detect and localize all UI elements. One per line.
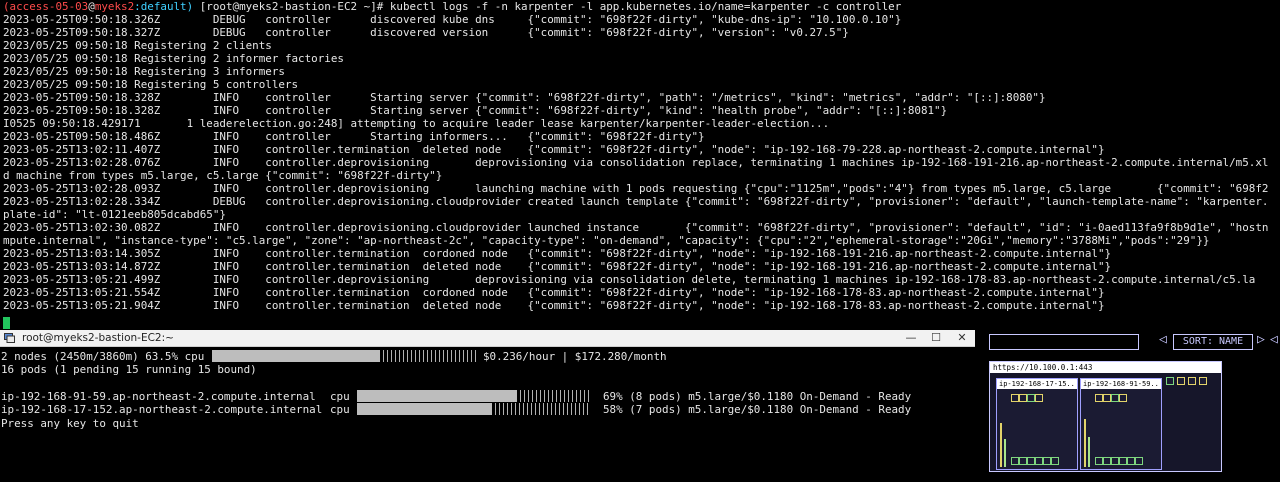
log-line: 2023/05/25 09:50:18 Registering 5 contro… xyxy=(3,78,299,91)
node-1-mem-gauge xyxy=(1004,439,1006,467)
log-line: 2023-05-25T13:03:14.305Z INFO controller… xyxy=(3,247,1112,260)
log-line: 2023-05-25T13:02:30.082Z INFO controller… xyxy=(3,221,1269,234)
log-line: 2023/05/25 09:50:18 Registering 2 inform… xyxy=(3,52,344,65)
node-row-1-label: cpu xyxy=(330,390,350,403)
pod[interactable] xyxy=(1135,457,1143,465)
pod[interactable] xyxy=(1119,394,1127,402)
window-title: root@myeks2-bastion-EC2:~ xyxy=(22,332,174,344)
node-row-1-detail: 69% (8 pods) m5.large/$0.1180 On-Demand … xyxy=(603,390,912,403)
log-line: 2023-05-25T09:50:18.326Z DEBUG controlle… xyxy=(3,13,902,26)
log-line: 2023-05-25T13:05:21.554Z INFO controller… xyxy=(3,286,1105,299)
pending-pod[interactable] xyxy=(1199,377,1207,385)
terminal-prompt-line: (access-05-03@myeks2:default) [root@myek… xyxy=(3,0,901,13)
pod[interactable] xyxy=(1035,457,1043,465)
pod[interactable] xyxy=(1027,457,1035,465)
pod[interactable] xyxy=(1011,394,1019,402)
pod[interactable] xyxy=(1035,394,1043,402)
summary-text: 2 nodes (2450m/3860m) 63.5% cpu xyxy=(1,350,205,363)
pod[interactable] xyxy=(1095,457,1103,465)
sort-next-icon[interactable]: ▷ xyxy=(1257,333,1265,347)
log-line: 2023/05/25 09:50:18 Registering 2 client… xyxy=(3,39,272,52)
log-line: 2023-05-25T09:50:18.486Z INFO controller… xyxy=(3,130,705,143)
pod[interactable] xyxy=(1051,457,1059,465)
node-2-cpu-bar-empty xyxy=(492,403,589,415)
log-line: 2023-05-25T13:05:21.904Z INFO controller… xyxy=(3,299,1105,312)
pod[interactable] xyxy=(1019,457,1027,465)
quit-hint: Press any key to quit xyxy=(1,417,139,430)
cost-text: $0.236/hour | $172.280/month xyxy=(483,350,667,363)
node-viewer-terminal[interactable]: 2 nodes (2450m/3860m) 63.5% cpu $0.236/h… xyxy=(0,347,975,482)
pod[interactable] xyxy=(1111,394,1119,402)
node-box-1-label: ip-192-168-17-15.. xyxy=(997,379,1077,389)
prompt-command: [root@myeks2-bastion-EC2 ~]# kubectl log… xyxy=(193,0,902,13)
node-box-2-label: ip-192-168-91-59.. xyxy=(1081,379,1161,389)
node-2-cpu-gauge xyxy=(1084,419,1086,467)
node-2-cpu-bar-fill xyxy=(357,403,492,415)
node-1-cpu-gauge xyxy=(1000,423,1002,467)
log-line: 2023-05-25T13:02:28.093Z INFO controller… xyxy=(3,182,1269,195)
log-line: d machine from types m5.large, c5.large … xyxy=(3,169,443,182)
terminal-window-titlebar[interactable]: root@myeks2-bastion-EC2:~ — ☐ ✕ xyxy=(0,330,975,347)
pending-pod[interactable] xyxy=(1177,377,1185,385)
pod[interactable] xyxy=(1043,457,1051,465)
log-line: 2023-05-25T09:50:18.328Z INFO controller… xyxy=(3,104,948,117)
minimize-button[interactable]: — xyxy=(898,330,924,346)
log-line: 2023-05-25T09:50:18.328Z INFO controller… xyxy=(3,91,1046,104)
pending-pod[interactable] xyxy=(1188,377,1196,385)
node-row-1-name: ip-192-168-91-59.ap-northeast-2.compute.… xyxy=(1,390,316,403)
putty-icon xyxy=(4,333,15,343)
pod[interactable] xyxy=(1103,457,1111,465)
maximize-button[interactable]: ☐ xyxy=(923,330,949,346)
cluster-cpu-bar-fill xyxy=(212,350,380,362)
log-line: 2023-05-25T13:02:28.334Z DEBUG controlle… xyxy=(3,195,1269,208)
prompt-host: myeks2 xyxy=(94,0,135,13)
node-1-cpu-bar-fill xyxy=(357,390,517,402)
pod[interactable] xyxy=(1127,457,1135,465)
sort-next-icon-2[interactable]: ◁ xyxy=(1270,333,1278,347)
cluster-cpu-bar-empty xyxy=(380,350,477,362)
log-line: I0525 09:50:18.429171 1 leaderelection.g… xyxy=(3,117,830,130)
prompt-user: (access-05-03 xyxy=(3,0,89,13)
pod[interactable] xyxy=(1103,394,1111,402)
log-terminal[interactable]: (access-05-03@myeks2:default) [root@myek… xyxy=(0,0,1280,330)
pod[interactable] xyxy=(1095,394,1103,402)
log-line: 2023-05-25T13:05:21.499Z INFO controller… xyxy=(3,273,1256,286)
cluster-url: https://10.100.0.1:443 xyxy=(990,362,1221,373)
pod[interactable] xyxy=(1027,394,1035,402)
pods-summary: 16 pods (1 pending 15 running 15 bound) xyxy=(1,363,257,376)
node-1-cpu-bar-empty xyxy=(517,390,589,402)
node-box-2[interactable]: ip-192-168-91-59.. xyxy=(1080,378,1162,470)
log-line: 2023-05-25T13:02:11.407Z INFO controller… xyxy=(3,143,1105,156)
cluster-panel[interactable]: https://10.100.0.1:443 ip-192-168-17-15.… xyxy=(989,361,1222,472)
log-line: 2023-05-25T13:02:28.076Z INFO controller… xyxy=(3,156,1269,169)
close-button[interactable]: ✕ xyxy=(949,330,975,346)
kube-ops-view-pane[interactable]: ◁ SORT: NAME ▷ ◁ https://10.100.0.1:443 … xyxy=(975,330,1280,482)
terminal-cursor xyxy=(3,317,10,329)
pod[interactable] xyxy=(1119,457,1127,465)
sort-select[interactable]: SORT: NAME xyxy=(1173,334,1253,350)
log-line: plate-id": "lt-0121eeb805dcabd65"} xyxy=(3,208,226,221)
log-line: 2023/05/25 09:50:18 Registering 3 inform… xyxy=(3,65,285,78)
node-2-mem-gauge xyxy=(1088,437,1090,467)
log-line: 2023-05-25T09:50:18.327Z DEBUG controlle… xyxy=(3,26,849,39)
prompt-context: :default) xyxy=(134,0,194,13)
pod[interactable] xyxy=(1019,394,1027,402)
node-row-2-name: ip-192-168-17-152.ap-northeast-2.compute… xyxy=(1,403,323,416)
sort-prev-icon[interactable]: ◁ xyxy=(1159,333,1167,347)
node-box-1[interactable]: ip-192-168-17-15.. xyxy=(996,378,1078,470)
filter-input[interactable] xyxy=(989,334,1139,350)
pod[interactable] xyxy=(1111,457,1119,465)
node-row-2-detail: 58% (7 pods) m5.large/$0.1180 On-Demand … xyxy=(603,403,912,416)
pod[interactable] xyxy=(1011,457,1019,465)
pending-pod[interactable] xyxy=(1166,377,1174,385)
log-line: 2023-05-25T13:03:14.872Z INFO controller… xyxy=(3,260,1112,273)
node-row-2-label: cpu xyxy=(330,403,350,416)
log-line: mpute.internal", "instance-type": "c5.la… xyxy=(3,234,1210,247)
